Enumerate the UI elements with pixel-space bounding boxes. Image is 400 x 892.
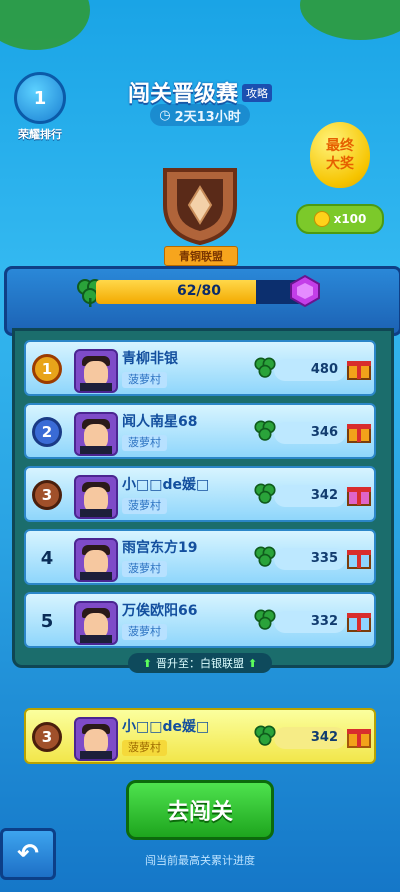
leaderboard-row[interactable]: 5 万俟欧阳66 菠萝村 332 — [24, 592, 376, 648]
player-name: 万俟欧阳66 — [122, 603, 198, 619]
leaderboard-row[interactable]: 2 闻人南星68 菠萝村 346 — [24, 403, 376, 459]
up-arrow-icon: ⬆ — [142, 656, 152, 670]
score-pill: 346 — [274, 422, 346, 444]
up-arrow-icon: ⬆ — [248, 656, 258, 670]
clover-icon — [254, 725, 276, 746]
honor-ranking-label: 荣耀排行 — [18, 128, 62, 141]
coin-reward-badge: x100 — [296, 204, 384, 234]
rank-medal: 3 — [28, 476, 66, 514]
village-tag: 菠萝村 — [122, 498, 167, 514]
village-tag: 菠萝村 — [122, 624, 167, 640]
go-challenge-button[interactable]: 去闯关 — [126, 780, 274, 840]
final-prize-label: 最终 大奖 — [326, 138, 354, 172]
gift-icon[interactable] — [346, 607, 372, 633]
coin-icon — [313, 211, 330, 227]
clover-icon — [254, 609, 276, 630]
avatar — [74, 601, 118, 645]
league-progress-text: 62/80 — [176, 283, 222, 299]
promotion-text: 晋升至：白银联盟 — [156, 657, 244, 670]
rank-medal: 2 — [28, 413, 66, 451]
bronze-shield-icon — [163, 168, 237, 245]
guide-button[interactable]: 攻略 — [242, 84, 272, 102]
back-button[interactable]: ↶ — [0, 828, 56, 880]
progress-hint: 闯当前最高关累计进度 — [145, 854, 255, 867]
promotion-banner: ⬆ 晋升至：白银联盟 ⬆ — [128, 653, 272, 673]
leaderboard-row[interactable]: 4 雨宫东方19 菠萝村 335 — [24, 529, 376, 585]
village-tag: 菠萝村 — [122, 561, 167, 577]
avatar — [74, 475, 118, 519]
bronze-medal-icon: 3 — [32, 480, 62, 510]
final-prize-balloon[interactable]: 最终 大奖 — [310, 122, 370, 188]
clover-icon — [254, 546, 276, 567]
bronze-medal-icon: 3 — [32, 722, 62, 752]
clover-icon — [254, 420, 276, 441]
score-pill: 342 — [274, 727, 346, 749]
leaderboard-row[interactable]: 1 青柳非银 菠萝村 480 — [24, 340, 376, 396]
countdown-text: 2天13小时 — [174, 109, 241, 125]
gift-icon[interactable] — [346, 481, 372, 507]
score-pill: 335 — [274, 548, 346, 570]
leaf-decoration — [0, 0, 90, 50]
clover-icon — [254, 357, 276, 378]
rank-number: 5 — [40, 610, 54, 632]
rank-medal: 3 — [28, 718, 66, 756]
leaderboard-row[interactable]: 3 小□□de媛□ 菠萝村 342 — [24, 466, 376, 522]
leaf-decoration — [300, 0, 400, 40]
score-pill: 480 — [274, 359, 346, 381]
player-name: 小□□de媛□ — [122, 477, 210, 493]
village-tag: 菠萝村 — [122, 740, 167, 756]
score-pill: 332 — [274, 611, 346, 633]
league-name-label: 青铜联盟 — [164, 246, 238, 266]
village-tag: 菠萝村 — [122, 435, 167, 451]
coin-reward-text: x100 — [333, 212, 367, 226]
score-pill: 342 — [274, 485, 346, 507]
clover-icon — [254, 483, 276, 504]
gift-icon[interactable] — [346, 723, 372, 749]
avatar — [74, 412, 118, 456]
gift-icon[interactable] — [346, 355, 372, 381]
rank-medal: 1 — [28, 350, 66, 388]
countdown-timer: ◷ 2天13小时 — [150, 104, 250, 126]
avatar — [74, 717, 118, 761]
player-name: 青柳非银 — [122, 351, 178, 367]
silver-medal-icon: 2 — [32, 417, 62, 447]
clock-icon: ◷ — [159, 107, 171, 123]
village-tag: 菠萝村 — [122, 372, 167, 388]
gift-icon[interactable] — [346, 544, 372, 570]
my-rank-row[interactable]: 3 小□□de媛□ 菠萝村 342 — [24, 708, 376, 764]
avatar — [74, 538, 118, 582]
gift-icon[interactable] — [346, 418, 372, 444]
player-name: 小□□de媛□ — [122, 719, 210, 735]
league-progress-bar: 62/80 — [96, 280, 302, 304]
rank-number: 4 — [40, 547, 54, 569]
purple-gem-icon — [290, 274, 320, 308]
back-arrow-icon: ↶ — [17, 839, 39, 869]
gold-medal-icon: 1 — [32, 354, 62, 384]
player-name: 雨宫东方19 — [122, 540, 198, 556]
avatar — [74, 349, 118, 393]
player-name: 闻人南星68 — [122, 414, 198, 430]
